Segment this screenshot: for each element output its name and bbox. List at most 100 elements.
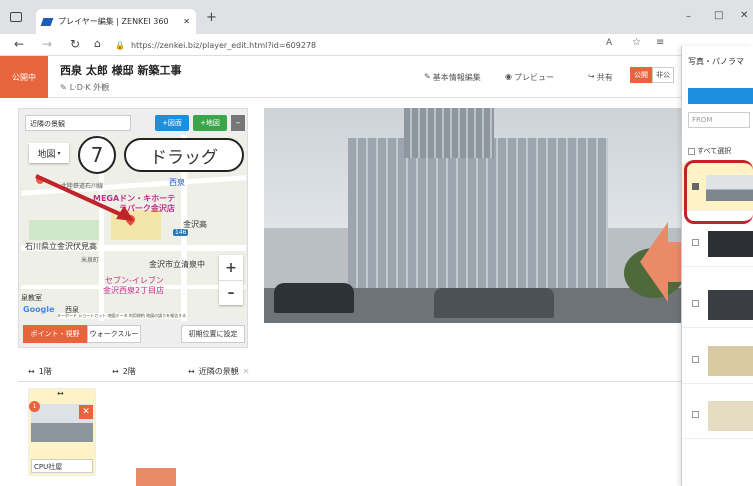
floor-2-label: 2階 [122,366,136,376]
from-date-input[interactable]: FROM [688,112,750,128]
address-toolbar: ← → ↻ ⌂ 🔒 https://zenkei.biz/player_edit… [0,34,753,56]
tab-actions-icon[interactable] [10,12,22,22]
map-label: 石川県立金沢伏見高 [25,242,97,251]
page-title: 西泉 太郎 様邸 新築工事 [60,64,182,77]
callout-number-badge: 7 [78,136,116,174]
checkbox-icon[interactable] [692,356,699,363]
basic-info-label: 基本情報編集 [432,73,481,82]
preview-button[interactable]: ◉ プレビュー [505,72,554,83]
google-logo: Google [23,305,55,314]
favorite-icon[interactable]: ☆ [632,37,641,48]
home-icon[interactable]: ⌂ [94,37,101,50]
callout-label: ドラッグ [150,147,218,168]
map-label: 金沢市立清泉中 [149,260,205,269]
callout-label-box: ドラッグ [124,138,244,172]
checkbox-icon [688,147,695,155]
building-photo [348,138,608,308]
map-label: 金沢西泉2丁目店 [103,286,165,295]
parked-car [274,283,354,313]
tab-close-icon[interactable]: ✕ [183,17,190,26]
tab-neighborhood[interactable]: ↔ 近隣の景観 ✕ [188,362,249,380]
read-aloud-icon[interactable]: A [606,38,612,48]
tab-walkthrough[interactable]: ウォークスルー [87,325,141,343]
photo-list-item[interactable] [682,219,753,267]
zoom-in-button[interactable]: + [219,255,243,280]
add-floor-plan-button[interactable]: +図面 [155,115,189,131]
scene-subtitle: L·D·K 外観 [69,83,110,92]
panorama-viewer[interactable] [264,108,684,323]
reload-icon[interactable]: ↻ [70,37,80,51]
scene-label[interactable]: CPU社屋 [31,459,93,473]
scene-name-input[interactable]: 近隣の景観 [25,115,131,131]
building-tower [404,108,494,158]
preview-label: プレビュー [513,73,554,82]
expand-icon: ↔ [188,366,195,376]
window-minimize-button[interactable]: – [686,11,691,22]
tag-icon: ✎ [60,83,67,92]
lock-icon: 🔒 [115,40,125,50]
zenkei-favicon-icon [40,17,54,26]
floor-tabs-divider [18,381,688,382]
select-all-row[interactable]: すべて選択 [688,146,731,156]
address-bar[interactable]: 🔒 https://zenkei.biz/player_edit.html?id… [115,36,565,54]
set-initial-position-button[interactable]: 初期位置に設定 [181,325,245,343]
scene-card[interactable]: ↔ 1 ✕ CPU社屋 [28,388,96,476]
photo-list-item[interactable] [682,336,753,384]
photo-list-item[interactable] [682,280,753,328]
remove-map-button[interactable]: – [231,115,245,131]
zoom-out-button[interactable]: – [219,280,243,305]
pencil-icon: ✎ [424,72,431,81]
scene-delete-button[interactable]: ✕ [79,405,93,419]
photo-thumbnail [708,290,753,320]
selection-highlight [684,160,753,224]
public-toggle-on[interactable]: 公開 [630,67,652,83]
photo-thumbnail [708,231,753,257]
checkbox-icon[interactable] [692,411,699,418]
browser-tab-bar: プレイヤー編集 | ZENKEI 360 ✕ + – □ ✕ [0,0,753,34]
photo-thumbnail [708,346,753,376]
add-map-button[interactable]: +地図 [193,115,227,131]
window-maximize-button[interactable]: □ [714,10,723,21]
upload-button[interactable] [688,88,753,104]
floor-1-label: 1階 [38,366,52,376]
drag-handle-icon[interactable]: ↔ [57,389,64,398]
forward-icon[interactable]: → [42,37,52,51]
eye-icon: ◉ [505,72,512,81]
map-label: 米泉町 [81,257,100,264]
map-type-select[interactable]: 地図 ▾ [29,143,69,163]
photo-side-panel: 写真・パノラマ FROM すべて選択 [681,46,753,486]
map-label: 泉教室 [21,294,42,302]
app-header: 西泉 太郎 様邸 新築工事 ✎ L·D·K 外観 ✎ 基本情報編集 ◉ プレビュー … [48,56,753,98]
neighborhood-label: 近隣の景観 [198,366,239,376]
parked-car [434,288,554,318]
tab-point-view[interactable]: ポイント・視野 [23,325,87,343]
window-close-button[interactable]: ✕ [740,10,748,21]
expand-icon: ↔ [112,366,119,376]
orange-indicator [136,468,176,486]
expand-icon: ↔ [28,366,35,376]
tab-floor-1[interactable]: ↔ 1階 [28,362,52,380]
floor-tabs: ↔ 1階 ↔ 2階 ↔ 近隣の景観 ✕ [18,362,688,380]
status-badge: 公開中 [0,56,48,98]
select-all-label: すべて選択 [697,147,732,155]
basic-info-button[interactable]: ✎ 基本情報編集 [424,72,481,83]
back-icon[interactable]: ← [14,37,24,51]
side-panel-title: 写真・パノラマ [688,57,744,66]
new-tab-button[interactable]: + [206,10,217,25]
subtitle-row: ✎ L·D·K 外観 [60,82,109,93]
share-button[interactable]: ↪ 共有 [588,72,613,83]
checkbox-icon[interactable] [692,300,699,307]
map-attribution[interactable]: キーボード ショートカット 地図データ 利用規約 地図の誤りを報告する [57,313,187,319]
tab-floor-2[interactable]: ↔ 2階 [112,362,136,380]
checkbox-icon[interactable] [692,239,699,246]
browser-tab[interactable]: プレイヤー編集 | ZENKEI 360 ✕ [36,9,196,34]
share-label: 共有 [596,73,613,82]
map-label: 西泉 [169,178,185,187]
close-tab-icon[interactable]: ✕ [243,367,250,376]
map-type-label: 地図 [37,149,56,160]
photo-list-item[interactable] [682,391,753,439]
url-text: https://zenkei.biz/player_edit.html?id=6… [130,40,317,50]
collections-icon[interactable]: ≡ [656,37,664,48]
public-toggle-off[interactable]: 非公 [652,67,674,83]
photo-thumbnail [708,401,753,431]
